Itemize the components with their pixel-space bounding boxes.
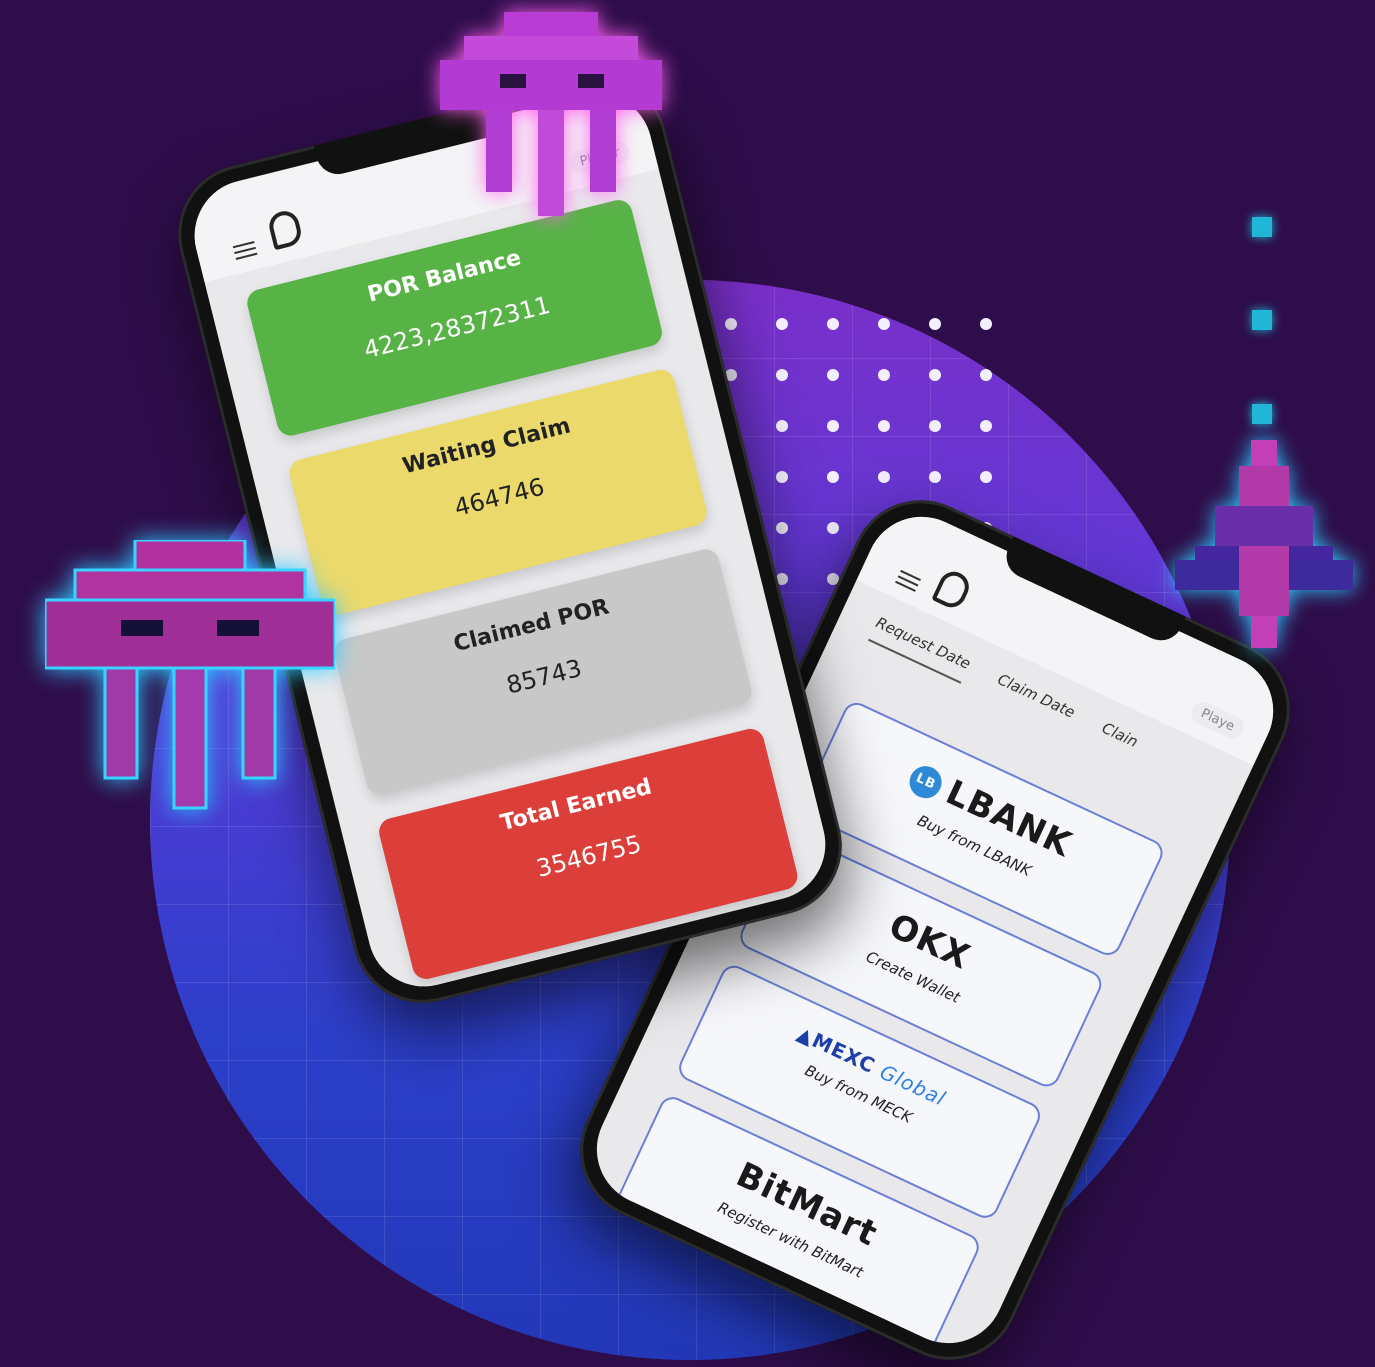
pattern-dot bbox=[776, 369, 788, 381]
pattern-dot bbox=[776, 471, 788, 483]
pattern-dot bbox=[827, 420, 839, 432]
pinkcoin-logo-icon[interactable] bbox=[266, 208, 305, 251]
pattern-dot bbox=[878, 369, 890, 381]
pixel-square bbox=[1252, 217, 1272, 237]
pattern-dot bbox=[929, 420, 941, 432]
pattern-dot bbox=[980, 369, 992, 381]
pattern-dot bbox=[980, 471, 992, 483]
pattern-dot bbox=[827, 369, 839, 381]
pinkcoin-logo-icon[interactable] bbox=[931, 566, 974, 613]
pattern-dot bbox=[827, 471, 839, 483]
pattern-dot bbox=[827, 318, 839, 330]
tab-claim[interactable]: Clain bbox=[1094, 719, 1141, 762]
player-button[interactable]: Playe bbox=[1187, 698, 1248, 743]
pattern-dot bbox=[776, 318, 788, 330]
pixel-rocket-icon bbox=[1175, 440, 1353, 648]
pattern-dot bbox=[725, 318, 737, 330]
pattern-dot bbox=[776, 420, 788, 432]
pattern-dot bbox=[827, 522, 839, 534]
tab-claim-date[interactable]: Claim Date bbox=[990, 670, 1078, 732]
pattern-dot bbox=[776, 522, 788, 534]
hamburger-menu-icon[interactable] bbox=[232, 241, 258, 260]
pattern-dot bbox=[878, 471, 890, 483]
pixel-square bbox=[1252, 404, 1272, 424]
hamburger-menu-icon[interactable] bbox=[895, 569, 921, 592]
pattern-dot bbox=[980, 420, 992, 432]
pixel-invader-top-icon bbox=[440, 12, 662, 216]
pixel-invader-left-icon bbox=[45, 540, 335, 810]
pattern-dot bbox=[929, 318, 941, 330]
pattern-dot bbox=[929, 369, 941, 381]
pattern-dot bbox=[878, 318, 890, 330]
pattern-dot bbox=[980, 318, 992, 330]
pattern-dot bbox=[929, 471, 941, 483]
pattern-dot bbox=[878, 420, 890, 432]
pixel-square bbox=[1252, 310, 1272, 330]
hero-illustration: Playe Request Date Claim Date Clain LBAN… bbox=[0, 0, 1375, 1367]
